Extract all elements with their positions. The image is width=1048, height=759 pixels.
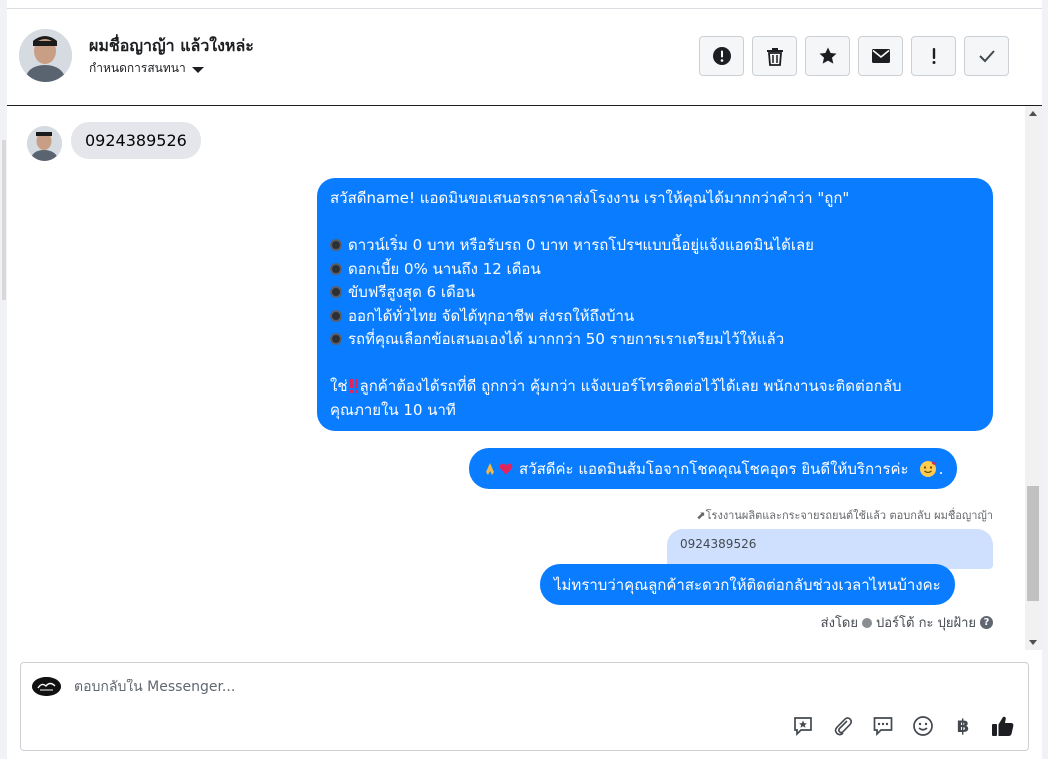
reply-context-note: ⬈โรงงานผลิตและกระจายรถยนต์ใช้แล้ว ตอบกลั… bbox=[696, 506, 993, 524]
mark-unread-button[interactable] bbox=[858, 36, 903, 76]
right-frame bbox=[1042, 0, 1048, 759]
promo-prefix: ใช่ bbox=[330, 377, 348, 395]
envelope-icon bbox=[871, 49, 890, 63]
left-frame bbox=[0, 0, 7, 759]
binoculars-emoji-icon bbox=[330, 333, 342, 345]
assign-label: กำหนดการสนทนา bbox=[89, 61, 186, 75]
promo-line: ออกได้ทั่วไทย จัดได้ทุกอาชีพ ส่งรถให้ถึง… bbox=[348, 306, 635, 325]
message-bubble-button[interactable] bbox=[870, 713, 896, 739]
help-icon[interactable]: ? bbox=[980, 616, 993, 629]
exclamation-circle-icon bbox=[712, 47, 731, 65]
promo-bullet-row: รถที่คุณเลือกข้อเสนอเองได้ มากกว่า 50 รา… bbox=[330, 328, 980, 352]
baht-icon[interactable]: ฿ bbox=[950, 713, 976, 739]
outgoing-question-message: ไม่ทราบว่าคุณลูกค้าสะดวกให้ติดต่อกลับช่ว… bbox=[540, 564, 955, 605]
composer-tools: ฿ bbox=[790, 713, 1016, 739]
caret-down-icon bbox=[191, 66, 204, 73]
contact-avatar[interactable] bbox=[19, 29, 72, 82]
praying-hands-emoji-icon bbox=[486, 462, 494, 475]
scroll-down-arrow-icon[interactable] bbox=[1029, 640, 1037, 645]
contact-name: ผมชื่อญาญ้า แล้วใงหล่ะ bbox=[89, 36, 254, 55]
outgoing-promo-message: สวัสดีname! แอดมินขอเสนอรถราคาส่งโรงงาน … bbox=[317, 178, 993, 431]
attachment-button[interactable] bbox=[830, 713, 856, 739]
promo-bullet-row: ดาวน์เริ่ม 0 บาท หรือรับรถ 0 บาท หารถโปร… bbox=[330, 234, 980, 258]
promo-line: คุณภายใน 10 นาที bbox=[330, 400, 456, 419]
checkmark-icon bbox=[978, 50, 995, 63]
reply-input[interactable] bbox=[74, 679, 974, 695]
reply-composer: ฿ bbox=[20, 662, 1029, 751]
mark-done-button[interactable] bbox=[964, 36, 1009, 76]
smiling-hearts-emoji-icon bbox=[919, 460, 936, 477]
follow-up-button[interactable] bbox=[911, 36, 956, 76]
sent-by-label: ส่งโดย bbox=[820, 616, 858, 631]
binoculars-emoji-icon bbox=[330, 262, 342, 275]
promo-line: ลูกค้าต้องได้รถที่ดี ถูกกว่า คุ้มกว่า แจ… bbox=[359, 377, 902, 395]
incoming-message: 0924389526 bbox=[71, 122, 201, 159]
double-exclamation-emoji-icon bbox=[349, 379, 358, 393]
greeting-text: สวัสดีค่ะ แอดมินส้มโอจากโชคคุณโชคอุดร ยิ… bbox=[519, 459, 909, 478]
scroll-thumb[interactable] bbox=[1027, 486, 1039, 601]
emoji-button[interactable] bbox=[910, 713, 936, 739]
trash-icon bbox=[766, 47, 783, 66]
promo-line bbox=[330, 211, 980, 235]
promo-line bbox=[330, 352, 980, 376]
promo-line: ขับฟรีสูงสุด 6 เดือน bbox=[348, 283, 476, 301]
promo-closing-row: ใช่ ลูกค้าต้องได้รถที่ดี ถูกกว่า คุ้มกว่า… bbox=[330, 375, 980, 399]
sent-by-name: ปอร์โต้ กะ ปุยฝ้าย bbox=[876, 616, 976, 631]
outgoing-greeting-message: สวัสดีค่ะ แอดมินส้มโอจากโชคคุณโชคอุดร ยิ… bbox=[469, 448, 958, 489]
spam-button[interactable] bbox=[699, 36, 744, 76]
promo-line: รถที่คุณเลือกข้อเสนอเองได้ มากกว่า 50 รา… bbox=[348, 330, 785, 348]
exclamation-icon bbox=[932, 48, 935, 64]
star-icon bbox=[819, 47, 836, 64]
conversation-thread: 0924389526 สวัสดีname! แอดมินขอเสนอรถราค… bbox=[7, 106, 1023, 650]
promo-bullet-row: ออกได้ทั่วไทย จัดได้ทุกอาชีพ ส่งรถให้ถึง… bbox=[330, 305, 980, 329]
star-button[interactable] bbox=[805, 36, 850, 76]
thread-scrollbar[interactable] bbox=[1025, 106, 1042, 650]
assign-conversation-dropdown[interactable]: กำหนดการสนทนา bbox=[89, 59, 204, 78]
promo-bullet-row: ขับฟรีสูงสุด 6 เดือน bbox=[330, 281, 980, 305]
greeting-suffix: . bbox=[938, 459, 944, 478]
reply-arrow-icon: ⬈ bbox=[696, 509, 706, 522]
quoted-message[interactable]: 0924389526 bbox=[667, 529, 993, 569]
scroll-up-arrow-icon[interactable] bbox=[1029, 111, 1037, 116]
saved-reply-button[interactable] bbox=[790, 713, 816, 739]
header-actions bbox=[699, 36, 1009, 76]
conversation-header: ผมชื่อญาญ้า แล้วใงหล่ะ กำหนดการสนทนา bbox=[7, 9, 1042, 106]
like-button[interactable] bbox=[990, 713, 1016, 739]
binoculars-emoji-icon bbox=[330, 309, 342, 322]
promo-bullet-row: ดอกเบี้ย 0% นานถึง 12 เดือน bbox=[330, 258, 980, 282]
thumbs-up-icon bbox=[992, 716, 1014, 736]
binoculars-emoji-icon bbox=[330, 286, 342, 298]
binoculars-emoji-icon bbox=[330, 239, 342, 251]
saved-reply-icon bbox=[794, 717, 812, 737]
left-scroll-thumb bbox=[2, 140, 6, 300]
emoji-icon bbox=[913, 716, 933, 736]
reply-note-text: โรงงานผลิตและกระจายรถยนต์ใช้แล้ว ตอบกลับ… bbox=[705, 509, 993, 522]
check-circle-icon bbox=[862, 617, 872, 628]
promo-line: สวัสดีname! แอดมินขอเสนอรถราคาส่งโรงงาน … bbox=[330, 189, 850, 207]
message-bubble-icon bbox=[873, 717, 893, 737]
delete-button[interactable] bbox=[752, 36, 797, 76]
attachment-icon bbox=[834, 717, 853, 736]
promo-line: ดาวน์เริ่ม 0 บาท หรือรับรถ 0 บาท หารถโปร… bbox=[348, 236, 814, 254]
contact-avatar-small bbox=[27, 126, 62, 161]
promo-line: ดอกเบี้ย 0% นานถึง 12 เดือน bbox=[348, 259, 541, 278]
heart-emoji-icon bbox=[499, 463, 513, 474]
page-logo bbox=[32, 677, 61, 696]
sent-by-info: ส่งโดย ปอร์โต้ กะ ปุยฝ้าย ? bbox=[821, 612, 993, 633]
